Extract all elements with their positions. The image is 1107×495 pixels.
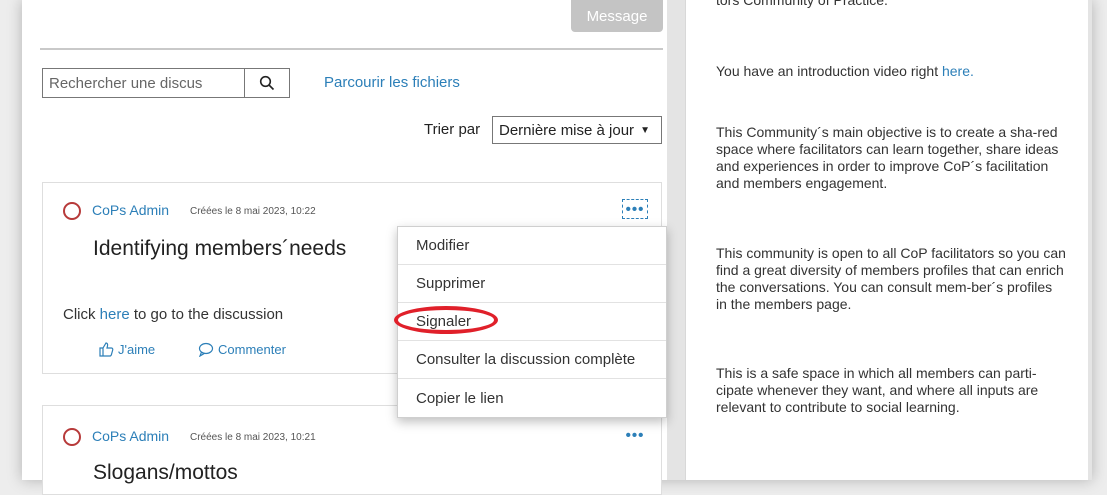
discussion-card: CoPs Admin Créées le 8 mai 2023, 10:21 •… (42, 405, 662, 495)
search-input[interactable] (42, 68, 244, 98)
sidebar-fragment: tors Community of Practice. (716, 0, 888, 8)
menu-item-signaler[interactable]: Signaler (398, 303, 666, 341)
thumbs-up-icon (99, 342, 114, 357)
about-sidebar: tors Community of Practice. You have an … (685, 0, 1088, 480)
sort-value: Dernière mise à jour (499, 121, 635, 139)
divider (40, 48, 663, 50)
avatar (63, 202, 81, 220)
intro-video-text: You have an introduction video right her… (716, 63, 974, 79)
more-dots-icon: ••• (625, 426, 645, 444)
sort-select[interactable]: Dernière mise à jour ▼ (492, 116, 662, 144)
post-options-menu: Modifier Supprimer Signaler Consulter la… (397, 226, 667, 418)
video-link[interactable]: here. (942, 63, 974, 79)
post-date: Créées le 8 mai 2023, 10:22 (190, 206, 316, 217)
browse-files-link[interactable]: Parcourir les fichiers (324, 74, 460, 91)
like-button[interactable]: J'aime (98, 341, 155, 357)
comment-icon (198, 342, 214, 357)
more-dots-icon: ••• (625, 200, 645, 218)
sort-label: Trier par (424, 121, 481, 138)
menu-item-modifier[interactable]: Modifier (398, 227, 666, 265)
more-options-button[interactable]: ••• (622, 425, 648, 445)
post-title[interactable]: Slogans/mottos (93, 461, 238, 485)
message-button[interactable]: Message (571, 0, 663, 32)
objective-text: This Community´s main objective is to cr… (716, 124, 1059, 191)
app-window: Message Parcourir les fichiers Trier par… (22, 0, 1092, 495)
author-link[interactable]: CoPs Admin (92, 202, 169, 218)
menu-item-consulter[interactable]: Consulter la discussion complète (398, 341, 666, 379)
search-button[interactable] (244, 68, 290, 98)
post-date: Créées le 8 mai 2023, 10:21 (190, 432, 316, 443)
caret-down-icon: ▼ (640, 124, 650, 136)
more-options-button[interactable]: ••• (622, 199, 648, 219)
author-link[interactable]: CoPs Admin (92, 428, 169, 444)
menu-item-copier-lien[interactable]: Copier le lien (398, 379, 666, 417)
safe-space-text: This is a safe space in which all member… (716, 365, 1039, 415)
comment-button[interactable]: Commenter (198, 341, 286, 357)
search-icon (259, 75, 275, 91)
post-title[interactable]: Identifying members´needs (93, 237, 346, 261)
here-link[interactable]: here (100, 306, 130, 323)
menu-item-supprimer[interactable]: Supprimer (398, 265, 666, 303)
avatar (63, 428, 81, 446)
audience-text: This community is open to all CoP facili… (716, 245, 1066, 312)
post-body: Click here to go to the discussion (63, 306, 284, 323)
